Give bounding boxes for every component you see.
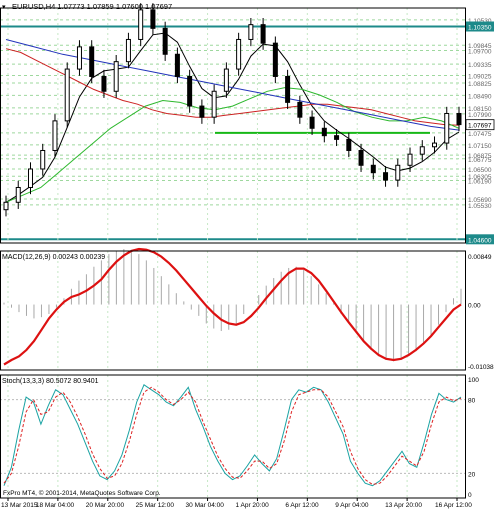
candle-body <box>236 38 242 70</box>
price-tick-label: 1.09700 <box>468 49 492 56</box>
candle-body <box>211 90 217 118</box>
stoch-tick-label: 100 <box>468 377 479 384</box>
stoch-tick-label: 20 <box>468 471 476 478</box>
time-tick-label: 13 Mar 2015 <box>1 502 38 509</box>
candle-body <box>150 9 156 29</box>
time-tick-label: 18 Mar 04:00 <box>36 502 75 509</box>
price-tick-label: 1.08825 <box>468 81 492 88</box>
candle-body <box>40 149 46 170</box>
price-tick-label: 1.10350 <box>468 25 492 32</box>
candle-body <box>113 61 119 92</box>
time-tick-label: 30 Mar 04:00 <box>186 502 225 509</box>
candle-body <box>248 24 254 40</box>
price-tick-label: 1.07475 <box>468 131 492 138</box>
candle-body <box>223 68 229 92</box>
price-tick-label: 1.06775 <box>468 157 492 164</box>
time-tick-label: 13 Apr 20:00 <box>385 502 422 509</box>
price-tick-label: 1.07990 <box>468 112 492 119</box>
macd-label: MACD(12,26,9) 0.00243 0.00239 <box>2 254 105 261</box>
candle-body <box>27 168 33 188</box>
current-price-label: 1.07697 <box>468 123 492 130</box>
candle-body <box>285 75 291 103</box>
candle-body <box>309 116 315 129</box>
price-tick-label: 1.07150 <box>468 143 492 150</box>
candle-body <box>297 101 303 118</box>
chart-canvas: ▾ EURUSD,H4 1.07773 1.07859 1.07600 1.076… <box>0 0 495 510</box>
candle-body <box>358 149 364 166</box>
price-tick-label: 1.06500 <box>468 167 492 174</box>
time-tick-label: 16 Apr 12:00 <box>435 502 472 509</box>
candle-body <box>162 27 168 55</box>
price-tick-label: 1.09335 <box>468 62 492 69</box>
candle-body <box>76 46 82 70</box>
candle-body <box>125 38 131 63</box>
price-tick-label: 1.04600 <box>468 237 492 244</box>
candle-body <box>272 42 278 77</box>
dropdown-arrow-icon: ▾ <box>2 4 6 11</box>
candle-body <box>334 135 340 140</box>
candle-body <box>138 9 144 40</box>
time-tick-label: 20 Mar 20:00 <box>86 502 125 509</box>
candle-body <box>3 201 9 211</box>
candle-body <box>260 24 266 44</box>
candle-body <box>187 75 193 107</box>
candle-body <box>15 186 21 203</box>
candle-body <box>52 120 58 151</box>
copyright-text: FxPro MT4, © 2001-2014, MetaQuotes Softw… <box>3 489 161 497</box>
candle-body <box>444 112 450 144</box>
stoch-tick-label: 0 <box>468 492 472 499</box>
candle-body <box>419 146 425 155</box>
time-tick-label: 6 Apr 12:00 <box>285 502 319 509</box>
stoch-label: Stoch(13,3,3) 80.5072 80.9401 <box>2 378 99 385</box>
macd-tick-label: 0.00 <box>468 303 481 310</box>
candle-body <box>346 138 352 151</box>
candle-body <box>199 105 205 118</box>
candle-body <box>64 68 70 122</box>
macd-tick-label: 0.00849 <box>468 254 492 261</box>
price-tick-label: 1.09025 <box>468 74 492 81</box>
time-tick-label: 25 Mar 12:00 <box>136 502 175 509</box>
candle-body <box>395 164 401 181</box>
trading-chart: ▾ EURUSD,H4 1.07773 1.07859 1.07600 1.076… <box>0 0 495 510</box>
candle-body <box>432 142 438 148</box>
candle-body <box>407 153 413 166</box>
candle-body <box>321 127 327 137</box>
price-tick-label: 1.05530 <box>468 203 492 210</box>
candle-body <box>174 53 180 77</box>
price-tick-label: 1.08490 <box>468 93 492 100</box>
price-tick-label: 1.06190 <box>468 178 492 185</box>
symbol-header: EURUSD,H4 1.07773 1.07859 1.07600 1.0769… <box>12 2 172 11</box>
candle-body <box>456 112 462 126</box>
candle-body <box>89 46 95 77</box>
time-tick-label: 9 Apr 04:00 <box>335 502 369 509</box>
candle-body <box>101 75 107 92</box>
candle-body <box>383 172 389 181</box>
stoch-tick-label: 80 <box>468 398 476 405</box>
time-tick-label: 1 Apr 20:00 <box>235 502 269 509</box>
macd-tick-label: -0.01038 <box>468 364 494 371</box>
candle-body <box>370 164 376 174</box>
